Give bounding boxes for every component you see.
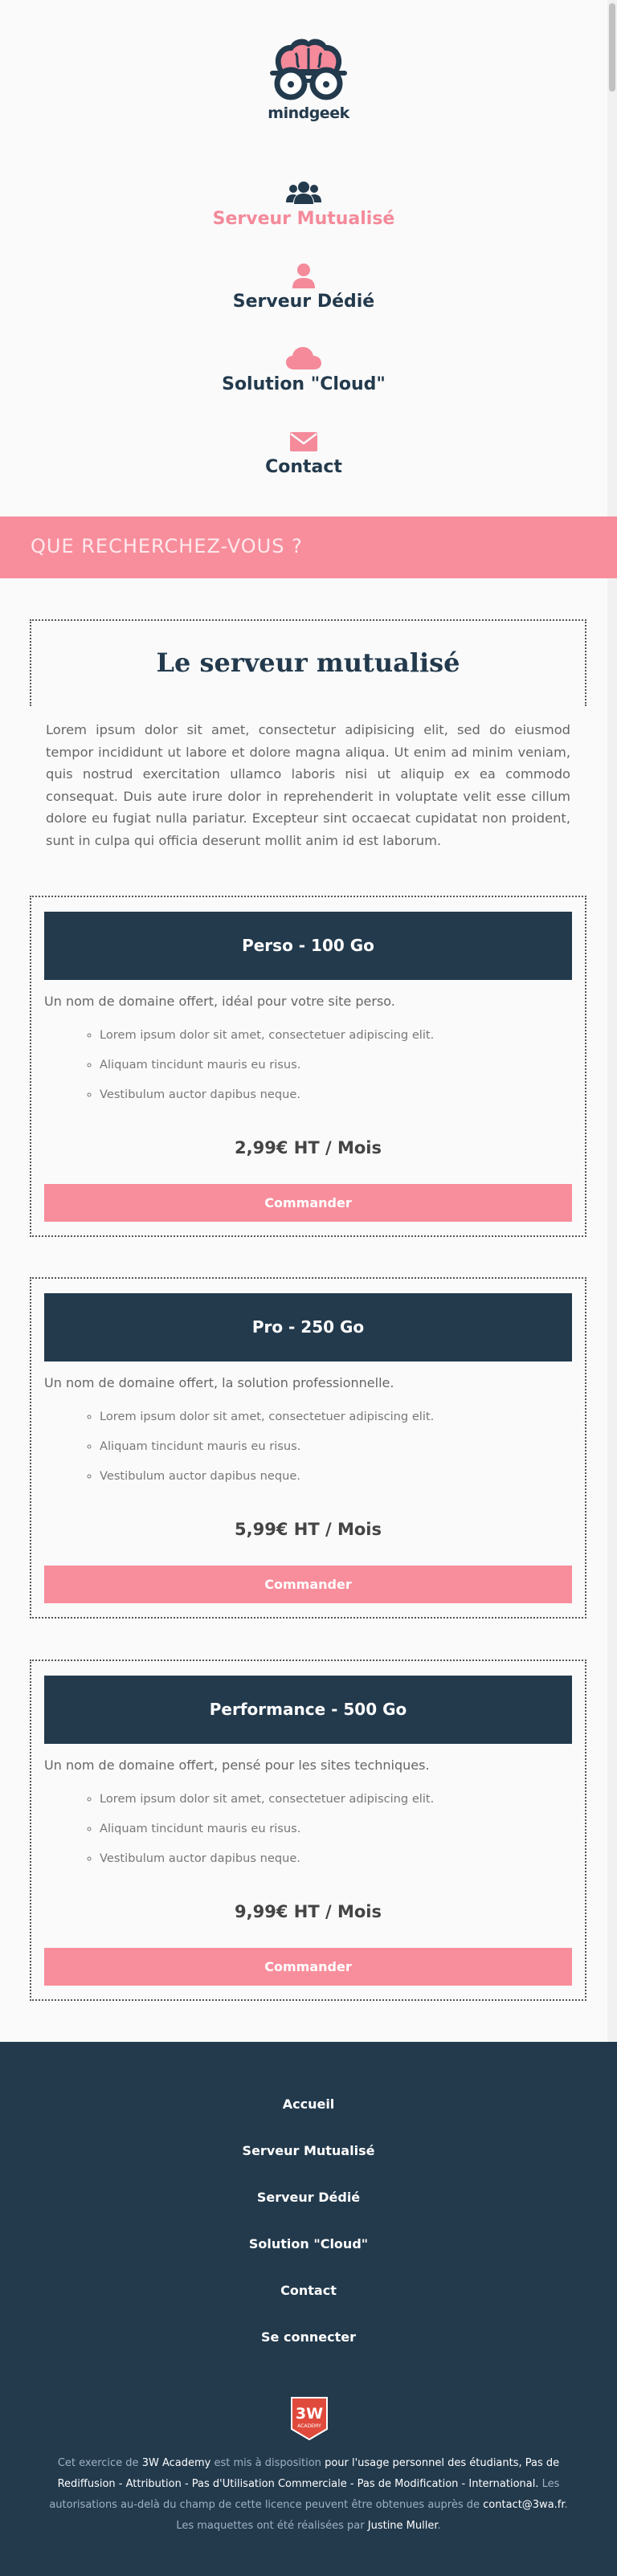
- title-box: Le serveur mutualisé: [30, 619, 586, 706]
- footer-link-serveur-mutualise[interactable]: Serveur Mutualisé: [0, 2143, 617, 2158]
- footer-link-se-connecter[interactable]: Se connecter: [0, 2329, 617, 2345]
- offer-card-perso: Perso - 100 Go Un nom de domaine offert,…: [30, 896, 586, 1237]
- nav-item-serveur-dedie[interactable]: Serveur Dédié: [0, 263, 607, 312]
- feature-item: Aliquam tincidunt mauris eu risus.: [100, 1821, 434, 1851]
- badge-3w: 3W: [296, 2405, 323, 2423]
- order-button[interactable]: Commander: [44, 1566, 572, 1603]
- search-banner[interactable]: QUE RECHERCHEZ-VOUS ?: [0, 516, 617, 578]
- footer-link-serveur-dedie[interactable]: Serveur Dédié: [0, 2190, 617, 2205]
- cloud-icon: [286, 347, 321, 369]
- footer-link-solution-cloud[interactable]: Solution "Cloud": [0, 2236, 617, 2251]
- feature-item: Vestibulum auctor dapibus neque.: [100, 1087, 434, 1117]
- 3w-academy-badge[interactable]: 3W ACADEMY: [291, 2397, 328, 2440]
- offer-description: Un nom de domaine offert, pensé pour les…: [44, 1757, 430, 1773]
- nav-label: Serveur Mutualisé: [212, 209, 395, 229]
- envelope-icon: [290, 432, 317, 451]
- search-prompt[interactable]: QUE RECHERCHEZ-VOUS ?: [31, 535, 303, 557]
- offer-price: 9,99€ HT / Mois: [235, 1902, 382, 1921]
- offer-card-performance: Performance - 500 Go Un nom de domaine o…: [30, 1659, 586, 2001]
- users-icon: [286, 182, 321, 204]
- offer-description: Un nom de domaine offert, idéal pour vot…: [44, 994, 395, 1009]
- feature-item: Aliquam tincidunt mauris eu risus.: [100, 1057, 434, 1087]
- feature-item: Lorem ipsum dolor sit amet, consectetuer…: [100, 1409, 434, 1439]
- footer-link-accueil[interactable]: Accueil: [0, 2096, 617, 2112]
- nav-item-contact[interactable]: Contact: [0, 428, 607, 477]
- 3w-academy-link[interactable]: 3W Academy: [142, 2457, 211, 2469]
- site-footer: Accueil Serveur Mutualisé Serveur Dédié …: [0, 2042, 617, 2576]
- brain-glasses-icon: [270, 39, 347, 100]
- page-title: Le serveur mutualisé: [156, 647, 460, 678]
- feature-item: Vestibulum auctor dapibus neque.: [100, 1851, 434, 1880]
- nav-label: Serveur Dédié: [232, 292, 375, 312]
- author-link[interactable]: Justine Muller: [368, 2520, 438, 2532]
- order-button[interactable]: Commander: [44, 1948, 572, 1986]
- site-header: mindgeek Serveur Mutualisé Serveur Dédié…: [0, 0, 617, 516]
- legal-text: .: [437, 2520, 441, 2532]
- legal-notice: Cet exercice de 3W Academy est mis à dis…: [40, 2453, 577, 2537]
- contact-email-link[interactable]: contact@3wa.fr: [483, 2499, 564, 2511]
- offer-title: Performance - 500 Go: [44, 1676, 572, 1744]
- feature-item: Lorem ipsum dolor sit amet, consectetuer…: [100, 1027, 434, 1057]
- offer-features: Lorem ipsum dolor sit amet, consectetuer…: [100, 1027, 434, 1117]
- user-icon: [292, 263, 315, 288]
- brand-logo[interactable]: mindgeek: [264, 35, 353, 128]
- feature-item: Vestibulum auctor dapibus neque.: [100, 1468, 434, 1498]
- footer-link-contact[interactable]: Contact: [0, 2283, 617, 2298]
- nav-label: Contact: [265, 457, 342, 477]
- order-button[interactable]: Commander: [44, 1184, 572, 1222]
- brand-name: mindgeek: [268, 104, 349, 122]
- intro-text: Lorem ipsum dolor sit amet, consectetur …: [46, 722, 570, 848]
- offer-title: Perso - 100 Go: [44, 912, 572, 980]
- offer-price: 5,99€ HT / Mois: [235, 1520, 382, 1539]
- offer-title: Pro - 250 Go: [44, 1293, 572, 1361]
- feature-item: Aliquam tincidunt mauris eu risus.: [100, 1439, 434, 1468]
- offer-card-pro: Pro - 250 Go Un nom de domaine offert, l…: [30, 1277, 586, 1619]
- feature-item: Lorem ipsum dolor sit amet, consectetuer…: [100, 1791, 434, 1821]
- offer-description: Un nom de domaine offert, la solution pr…: [44, 1375, 394, 1390]
- offer-price: 2,99€ HT / Mois: [235, 1138, 382, 1157]
- offer-features: Lorem ipsum dolor sit amet, consectetuer…: [100, 1409, 434, 1498]
- nav-label: Solution "Cloud": [222, 374, 386, 394]
- badge-academy: ACADEMY: [297, 2423, 321, 2429]
- nav-item-serveur-mutualise[interactable]: Serveur Mutualisé: [0, 180, 607, 229]
- nav-item-solution-cloud[interactable]: Solution "Cloud": [0, 345, 607, 394]
- offer-features: Lorem ipsum dolor sit amet, consectetuer…: [100, 1791, 434, 1880]
- legal-text: est mis à disposition: [214, 2457, 321, 2469]
- legal-text: Cet exercice de: [57, 2457, 139, 2469]
